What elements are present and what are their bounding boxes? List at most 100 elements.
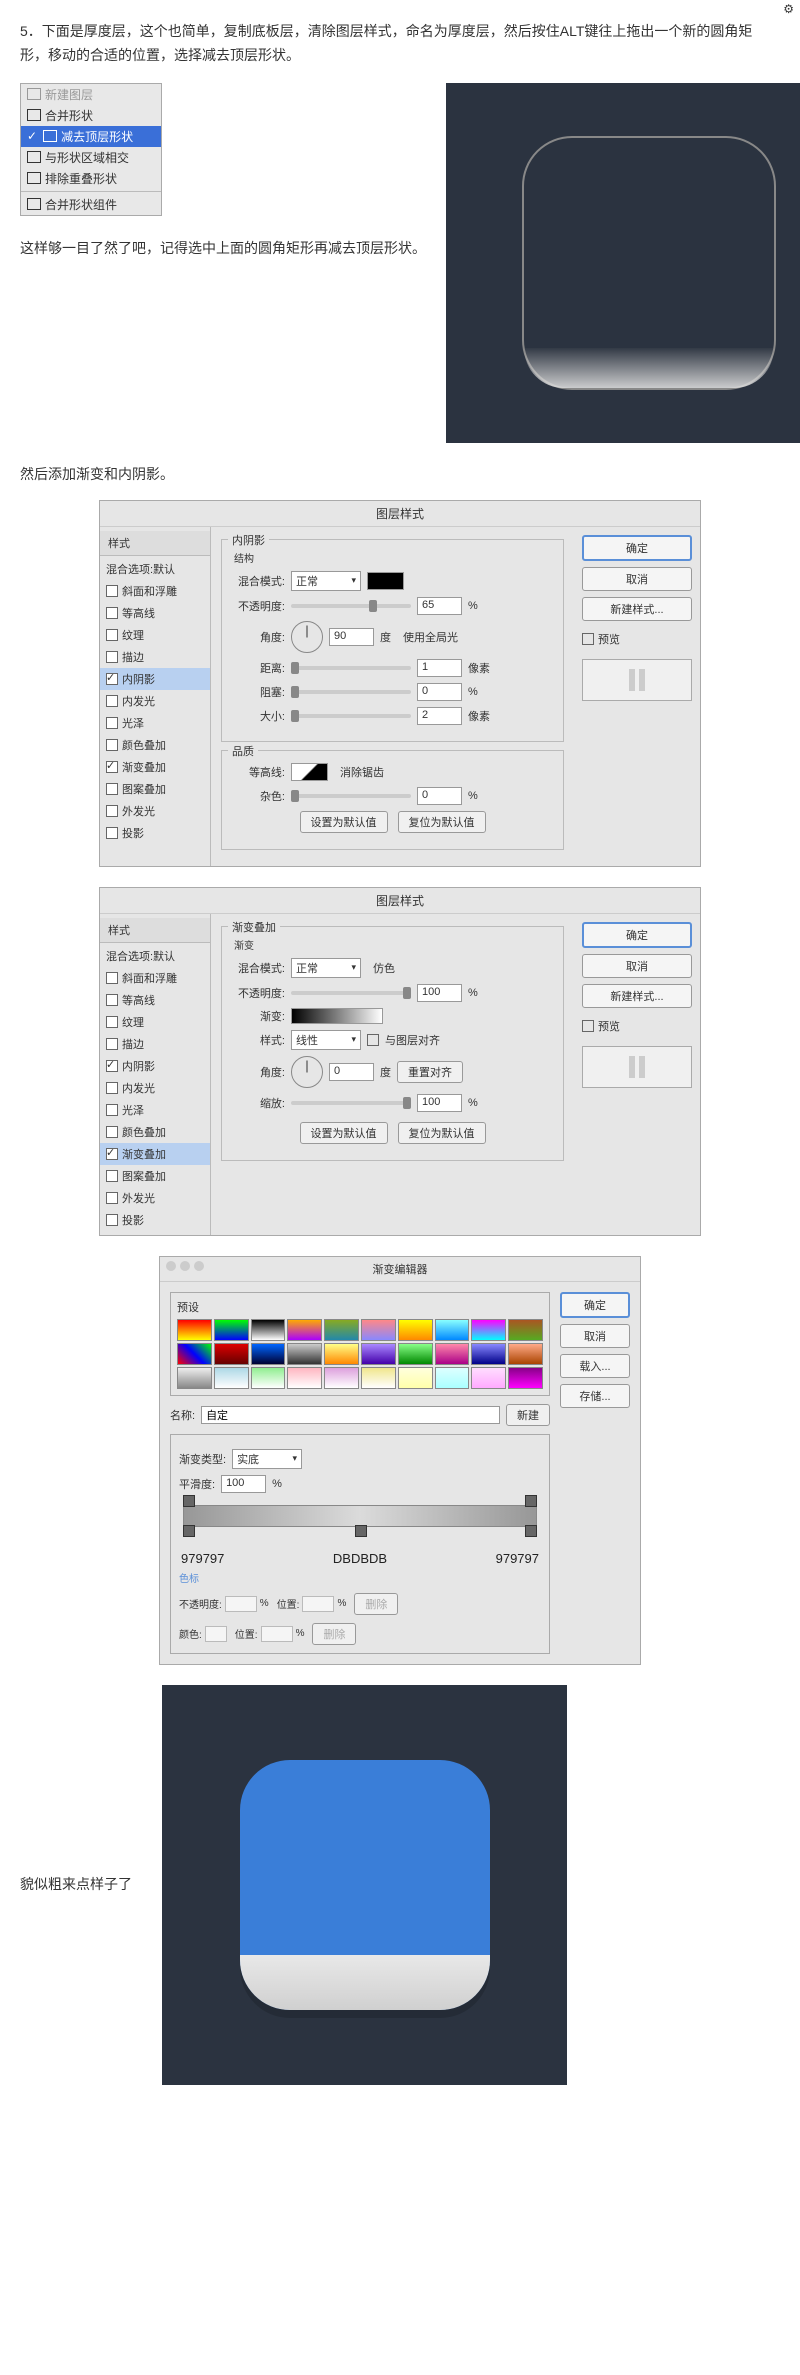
gradient-type-select[interactable]: 实底: [232, 1449, 302, 1469]
delete-stop-button[interactable]: 删除: [354, 1593, 398, 1615]
opt-drop-shadow[interactable]: 投影: [100, 1209, 210, 1231]
color-stop-center[interactable]: [355, 1525, 367, 1537]
opt-contour[interactable]: 等高线: [100, 989, 210, 1011]
gradient-name-input[interactable]: [201, 1406, 500, 1424]
opt-color-overlay[interactable]: 颜色叠加: [100, 1121, 210, 1143]
opt-inner-glow[interactable]: 内发光: [100, 690, 210, 712]
scale-slider[interactable]: [291, 1101, 411, 1105]
opt-color-overlay[interactable]: 颜色叠加: [100, 734, 210, 756]
delete-stop-button2[interactable]: 删除: [312, 1623, 356, 1645]
menu-subtract-front[interactable]: 减去顶层形状: [21, 126, 161, 147]
noise-slider[interactable]: [291, 794, 411, 798]
section-thickness-layer: 新建图层 合并形状 减去顶层形状 与形状区域相交 排除重叠形状 合并形状组件: [20, 83, 780, 443]
menu-exclude[interactable]: 排除重叠形状: [21, 168, 161, 189]
opacity-input[interactable]: 65: [417, 597, 462, 615]
scale-input[interactable]: 100: [417, 1094, 462, 1112]
opt-satin[interactable]: 光泽: [100, 712, 210, 734]
opt-satin[interactable]: 光泽: [100, 1099, 210, 1121]
ok-button[interactable]: 确定: [560, 1292, 630, 1318]
gradient-label: 渐变:: [230, 1008, 285, 1024]
opt-outer-glow[interactable]: 外发光: [100, 1187, 210, 1209]
opacity-slider[interactable]: [291, 991, 411, 995]
cancel-button[interactable]: 取消: [582, 954, 692, 978]
new-style-button[interactable]: 新建样式...: [582, 984, 692, 1008]
cancel-button[interactable]: 取消: [582, 567, 692, 591]
ok-button[interactable]: 确定: [582, 922, 692, 948]
ok-button[interactable]: 确定: [582, 535, 692, 561]
opacity-stop-left[interactable]: [183, 1495, 195, 1507]
opt-texture[interactable]: 纹理: [100, 1011, 210, 1033]
opt-pattern-overlay[interactable]: 图案叠加: [100, 1165, 210, 1187]
angle-dial[interactable]: [291, 1056, 323, 1088]
opacity-input[interactable]: 100: [417, 984, 462, 1002]
new-style-button[interactable]: 新建样式...: [582, 597, 692, 621]
stop-position-input2[interactable]: [261, 1626, 293, 1642]
shadow-color-swatch[interactable]: [367, 572, 404, 590]
distance-input[interactable]: 1: [417, 659, 462, 677]
window-controls[interactable]: [166, 1261, 204, 1271]
opt-outer-glow[interactable]: 外发光: [100, 800, 210, 822]
opt-stroke[interactable]: 描边: [100, 1033, 210, 1055]
gradient-bar[interactable]: [183, 1505, 537, 1527]
opt-inner-shadow[interactable]: 内阴影: [100, 1055, 210, 1077]
style-select[interactable]: 线性: [291, 1030, 361, 1050]
menu-merge-shapes[interactable]: 合并形状: [21, 105, 161, 126]
size-slider[interactable]: [291, 714, 411, 718]
opt-contour[interactable]: 等高线: [100, 602, 210, 624]
angle-input[interactable]: 0: [329, 1063, 374, 1081]
gear-icon[interactable]: ⚙: [783, 2, 794, 16]
choke-input[interactable]: 0: [417, 683, 462, 701]
reset-default-button[interactable]: 复位为默认值: [398, 811, 486, 833]
blend-options[interactable]: 混合选项:默认: [100, 558, 210, 580]
color-stops-link[interactable]: 色标: [179, 1570, 541, 1585]
opt-texture[interactable]: 纹理: [100, 624, 210, 646]
opt-stroke[interactable]: 描边: [100, 646, 210, 668]
opt-inner-shadow[interactable]: 内阴影: [100, 668, 210, 690]
blend-options[interactable]: 混合选项:默认: [100, 945, 210, 967]
load-button[interactable]: 载入...: [560, 1354, 630, 1378]
menu-merge-components[interactable]: 合并形状组件: [21, 194, 161, 215]
angle-dial[interactable]: [291, 621, 323, 653]
menu-intersect[interactable]: 与形状区域相交: [21, 147, 161, 168]
opacity-stop-right[interactable]: [525, 1495, 537, 1507]
set-default-button[interactable]: 设置为默认值: [300, 811, 388, 833]
save-button[interactable]: 存储...: [560, 1384, 630, 1408]
blend-mode-select[interactable]: 正常: [291, 571, 361, 591]
reset-align-button[interactable]: 重置对齐: [397, 1061, 463, 1083]
distance-label: 距离:: [230, 660, 285, 676]
preview-checkbox[interactable]: [582, 633, 594, 645]
stop-opacity-input[interactable]: [225, 1596, 257, 1612]
opt-bevel[interactable]: 斜面和浮雕: [100, 967, 210, 989]
preview-checkbox[interactable]: [582, 1020, 594, 1032]
new-gradient-button[interactable]: 新建: [506, 1404, 550, 1426]
menu-label: 与形状区域相交: [45, 149, 129, 166]
opt-gradient-overlay[interactable]: 渐变叠加: [100, 1143, 210, 1165]
reset-default-button[interactable]: 复位为默认值: [398, 1122, 486, 1144]
cancel-button[interactable]: 取消: [560, 1324, 630, 1348]
set-default-button[interactable]: 设置为默认值: [300, 1122, 388, 1144]
blend-mode-select[interactable]: 正常: [291, 958, 361, 978]
noise-input[interactable]: 0: [417, 787, 462, 805]
opt-gradient-overlay[interactable]: 渐变叠加: [100, 756, 210, 778]
angle-input[interactable]: 90: [329, 628, 374, 646]
stop-color-swatch[interactable]: [205, 1626, 227, 1642]
distance-slider[interactable]: [291, 666, 411, 670]
opt-bevel[interactable]: 斜面和浮雕: [100, 580, 210, 602]
size-input[interactable]: 2: [417, 707, 462, 725]
preset-grid[interactable]: [177, 1319, 543, 1389]
opt-inner-glow[interactable]: 内发光: [100, 1077, 210, 1099]
opacity-slider[interactable]: [291, 604, 411, 608]
smoothness-input[interactable]: 100: [221, 1475, 266, 1493]
opt-drop-shadow[interactable]: 投影: [100, 822, 210, 844]
merge-icon: [27, 109, 41, 121]
opt-pattern-overlay[interactable]: 图案叠加: [100, 778, 210, 800]
color-stop-right[interactable]: [525, 1525, 537, 1537]
color-stop-left[interactable]: [183, 1525, 195, 1537]
stop-position-input[interactable]: [302, 1596, 334, 1612]
gradient-picker[interactable]: [291, 1008, 383, 1024]
choke-slider[interactable]: [291, 690, 411, 694]
contour-picker[interactable]: [291, 763, 328, 781]
angle-label: 角度:: [230, 1064, 285, 1080]
align-checkbox[interactable]: [367, 1034, 379, 1046]
shape-context-menu[interactable]: 新建图层 合并形状 减去顶层形状 与形状区域相交 排除重叠形状 合并形状组件: [20, 83, 162, 216]
